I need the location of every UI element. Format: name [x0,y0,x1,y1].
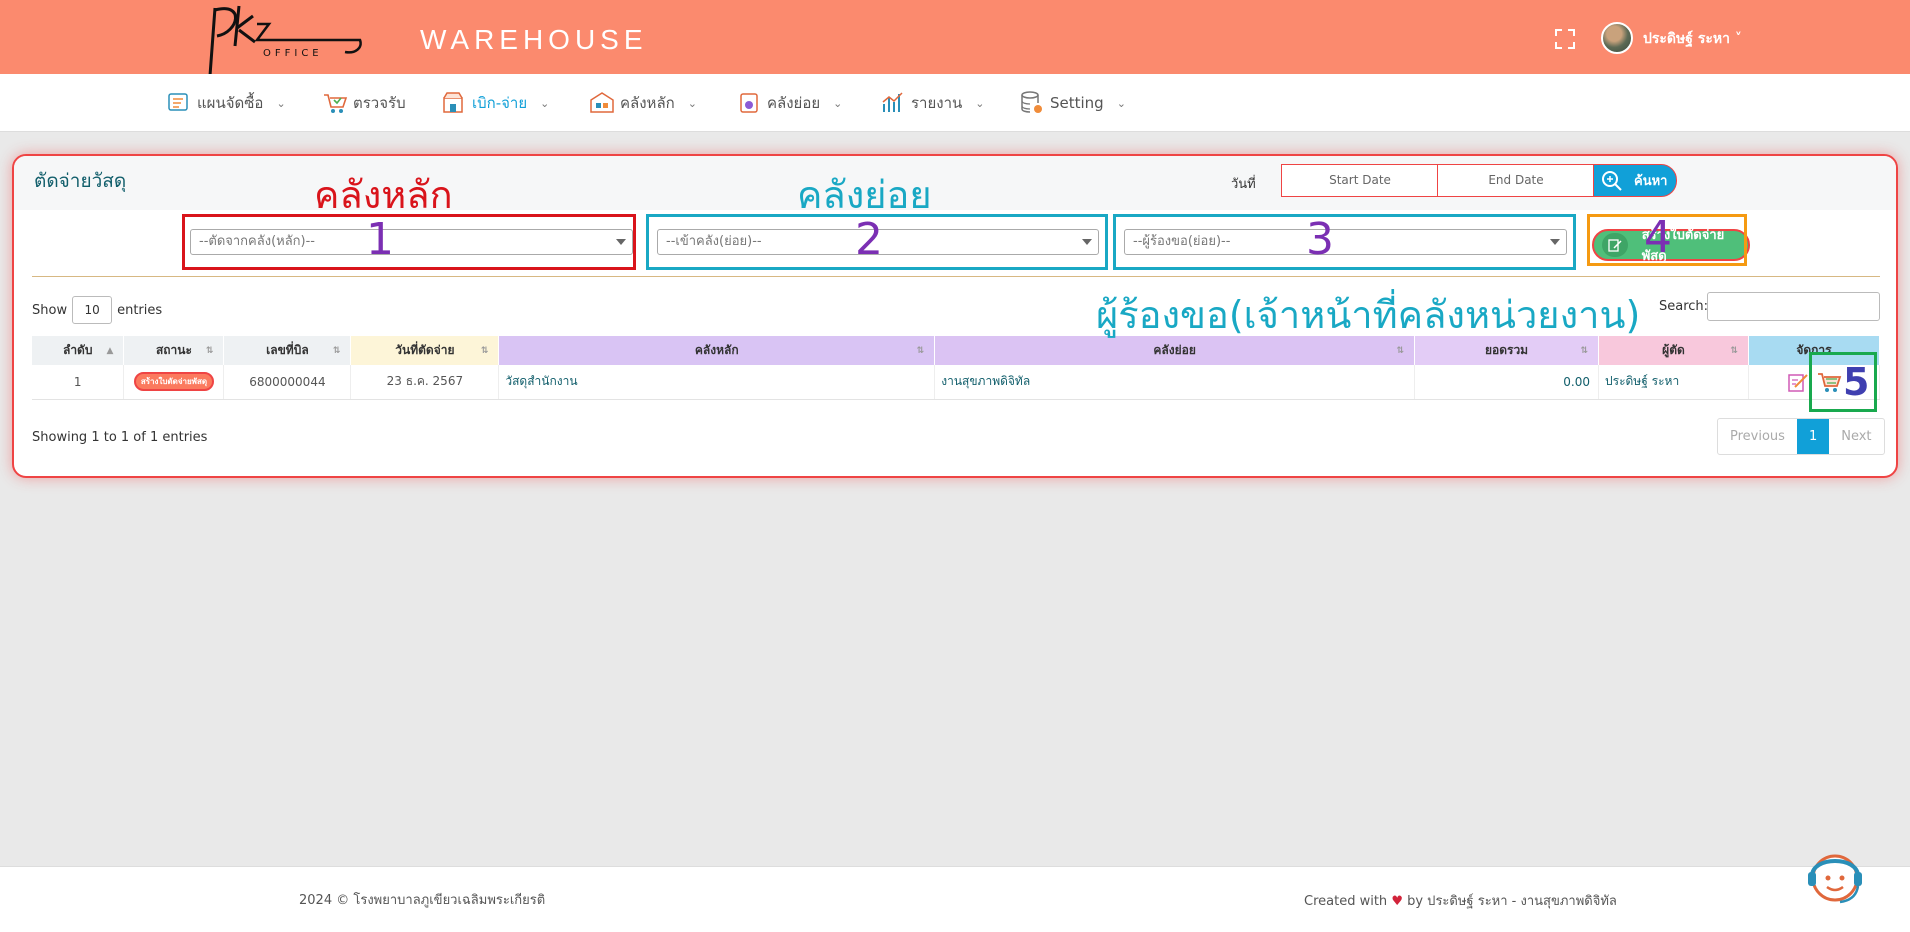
footer-credit: Created with ♥ by ประดิษฐ์ ระหา - งานสุข… [1304,894,1617,909]
sort-icon: ⇅ [480,346,489,356]
cell-no: 1 [32,365,125,400]
sort-icon: ⇅ [1396,346,1405,356]
annotation-number-5: 5 [1843,360,1870,404]
cell-sub-store: งานสุขภาพดิจิทัล [934,365,1416,400]
date-label: วันที่ [1231,177,1256,192]
store-icon [443,92,463,113]
annotation-number-3: 3 [1306,214,1334,265]
col-main-store[interactable]: คลังหลัก ⇅ [498,336,936,365]
main-nav: แผนจัดซื้อ ⌄ ตรวจรับ เบิก-จ่าย ⌄ คลังหลัก ⌄… [0,74,1910,132]
chevron-down-icon: ⌄ [833,96,843,110]
footer-copyright: 2024 © โรงพยาบาลภูเขียวเฉลิมพระเกียรติ [299,893,546,908]
start-date-input[interactable]: Start Date [1281,164,1439,197]
nav-item-plan[interactable]: แผนจัดซื้อ ⌄ [166,88,286,118]
chevron-down-icon: ⌄ [687,96,697,110]
nav-item-main-store[interactable]: คลังหลัก ⌄ [589,88,697,118]
next-button[interactable]: Next [1829,419,1883,454]
annotation-box-3 [1113,214,1576,270]
box-icon [740,93,758,113]
col-status[interactable]: สถานะ ⇅ [123,336,225,365]
top-header: OFFICE WAREHOUSE ประดิษฐ์ ระหา ˅ [0,0,1910,91]
sort-icon: ⇅ [332,346,341,356]
col-date[interactable]: วันที่ตัดจ่าย ⇅ [350,336,500,365]
cut-table: ลำดับ ▲ สถานะ ⇅ เลขที่บิล ⇅ วันที่ตัดจ่าย ⇅ … [32,336,1881,400]
divider [32,276,1880,277]
support-chat-icon[interactable] [1800,842,1870,912]
fullscreen-icon[interactable] [1554,28,1576,50]
nav-item-receive[interactable]: ตรวจรับ [322,88,406,118]
cell-cutter: ประดิษฐ์ ระหา [1598,365,1749,400]
brand-title: WAREHOUSE [420,24,648,55]
previous-button[interactable]: Previous [1718,419,1797,454]
database-gear-icon [1021,91,1042,113]
status-badge: สร้างใบตัดจ่ายพัสดุ [133,372,215,392]
cell-status: สร้างใบตัดจ่ายพัสดุ [123,365,225,400]
cell-bill: 6800000044 [223,365,352,400]
search-label: Search: [1659,299,1709,314]
annotation-box-1 [182,214,636,270]
plan-icon [168,93,188,111]
nav-item-withdraw[interactable]: เบิก-จ่าย ⌄ [441,88,549,118]
sort-icon: ⇅ [1580,346,1588,356]
table-row: 1 สร้างใบตัดจ่ายพัสดุ 6800000044 23 ธ.ค.… [32,365,1881,400]
chart-icon [882,92,903,112]
nav-item-setting[interactable]: Setting ⌄ [1019,88,1126,118]
cell-total: 0.00 [1414,365,1599,400]
avatar[interactable] [1601,22,1633,54]
show-entries: Show 10 entries [32,296,162,324]
annotation-number-4: 4 [1644,212,1672,263]
chevron-down-icon: ⌄ [540,96,550,110]
magnifier-icon [1602,170,1622,191]
page-1-button[interactable]: 1 [1796,419,1830,454]
warehouse-icon [590,92,614,113]
sort-icon: ▲ [106,346,114,356]
user-menu[interactable]: ประดิษฐ์ ระหา ˅ [1643,28,1742,50]
nav-item-report[interactable]: รายงาน ⌄ [880,88,985,118]
sort-icon: ⇅ [1730,346,1738,356]
svg-text:OFFICE: OFFICE [263,48,323,59]
nav-item-sub-store[interactable]: คลังย่อย ⌄ [736,88,842,118]
search-button[interactable]: ค้นหา [1593,164,1677,197]
entries-select[interactable]: 10 [72,296,113,324]
sort-icon: ⇅ [916,346,925,356]
heart-icon: ♥ [1391,894,1403,909]
end-date-input[interactable]: End Date [1437,164,1595,197]
pagination: Previous 1 Next [1717,418,1885,455]
annotation-label-requester: ผู้ร้องขอ(เจ้าหน้าที่คลังหน่วยงาน) [1096,293,1641,337]
col-bill[interactable]: เลขที่บิล ⇅ [223,336,352,365]
sort-icon: ⇅ [205,346,214,356]
cart-check-icon [324,94,348,113]
cell-date: 23 ธ.ค. 2567 [350,365,500,400]
chevron-down-icon: ⌄ [1116,96,1126,110]
annotation-number-1: 1 [366,214,394,265]
chevron-down-icon: ⌄ [975,96,985,110]
pagination-info: Showing 1 to 1 of 1 entries [32,430,208,445]
col-no[interactable]: ลำดับ ▲ [32,336,125,365]
annotation-number-2: 2 [855,214,883,265]
chevron-down-icon: ⌄ [276,96,286,110]
cell-main-store: วัสดุสำนักงาน [498,365,936,400]
page-title: ตัดจ่ายวัสดุ [34,170,127,192]
table-search-input[interactable] [1707,292,1880,321]
footer: 2024 © โรงพยาบาลภูเขียวเฉลิมพระเกียรติ C… [0,866,1910,932]
card-header: ตัดจ่ายวัสดุ วันที่ Start Date End Date … [14,156,1896,210]
